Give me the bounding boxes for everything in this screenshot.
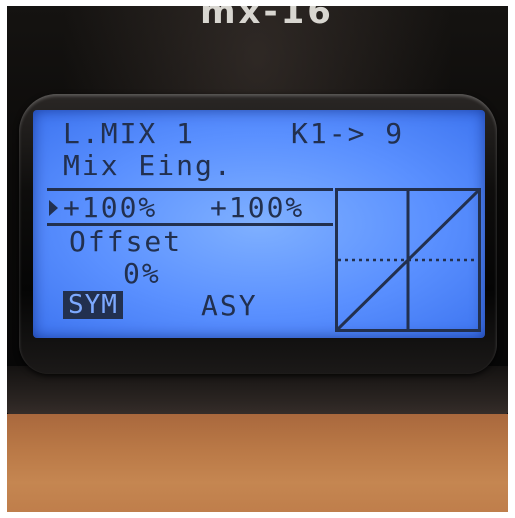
value-right[interactable]: +100% (210, 194, 304, 222)
input-label: Mix Eing. (63, 149, 233, 182)
transmitter-photo: mx-16 L.MIX 1 K1-> 9 Mix Eing. +100% +10… (7, 6, 508, 512)
model-label: mx-16 (200, 6, 334, 32)
cursor-arrow-icon (49, 200, 58, 216)
mode-asy[interactable]: ASY (201, 292, 258, 320)
photo-scene: mx-16 L.MIX 1 K1-> 9 Mix Eing. +100% +10… (0, 0, 515, 518)
curve-svg (338, 191, 478, 329)
offset-label: Offset (69, 225, 183, 258)
screen-title: L.MIX 1 (63, 117, 196, 150)
lcd-screen: L.MIX 1 K1-> 9 Mix Eing. +100% +100% Off… (33, 110, 485, 338)
value-left[interactable]: +100% (63, 194, 157, 222)
offset-value[interactable]: 0% (123, 260, 161, 288)
mix-target: K1-> 9 (291, 117, 405, 150)
mix-curve-graph (335, 188, 481, 332)
wooden-table (7, 414, 508, 512)
mode-sym-selected[interactable]: SYM (63, 291, 123, 319)
